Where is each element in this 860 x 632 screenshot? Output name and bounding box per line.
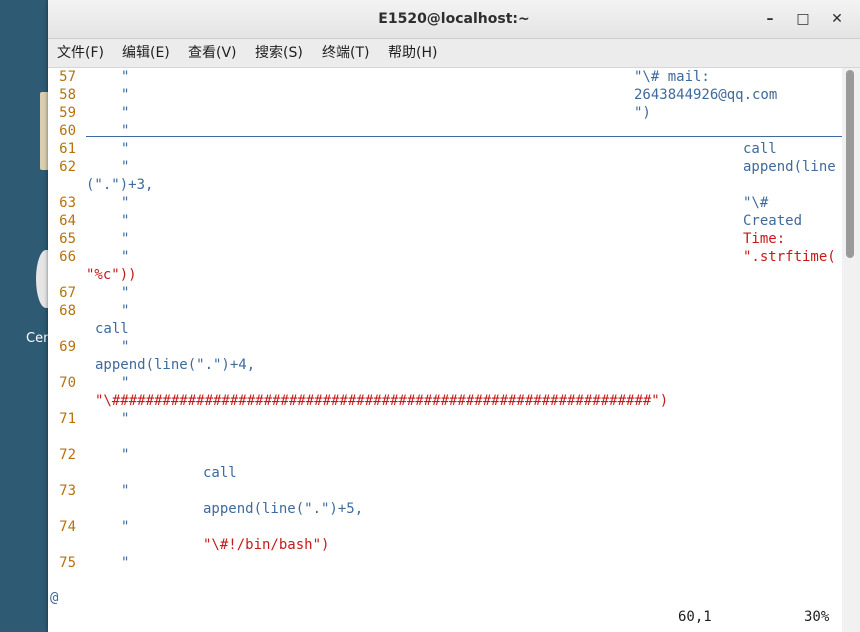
code-call: call — [203, 465, 237, 481]
code-strftime: ".strftime( — [743, 249, 836, 265]
quote-mark: " — [121, 249, 130, 265]
code-created: Created — [743, 213, 803, 229]
code-mail-address: 2643844926@qq.com — [634, 87, 778, 103]
code-time: Time: — [743, 231, 786, 247]
code-hash-line: "\######################################… — [95, 393, 669, 409]
line-number: 65 — [59, 231, 76, 247]
terminal-content[interactable]: 57 58 59 60 61 62 63 64 65 66 67 68 69 7… — [48, 68, 842, 632]
line-number: 57 — [59, 69, 76, 85]
line-number: 59 — [59, 105, 76, 121]
menu-search[interactable]: 搜索(S) — [255, 39, 303, 67]
minimize-button[interactable]: – — [760, 9, 780, 29]
line-number: 75 — [59, 555, 76, 571]
line-number: 64 — [59, 213, 76, 229]
code-append: append(line — [743, 159, 836, 175]
quote-mark: " — [121, 447, 130, 463]
close-button[interactable]: ✕ — [827, 9, 847, 29]
cursor-position: 60,1 — [678, 609, 712, 625]
line-number: 63 — [59, 195, 76, 211]
quote-mark: " — [121, 159, 130, 175]
wrap-indicator: @ — [50, 590, 59, 606]
line-number: 66 — [59, 249, 76, 265]
title-bar[interactable]: E1520@localhost:~ – □ ✕ — [48, 0, 860, 39]
scrollbar[interactable] — [842, 68, 860, 632]
line-number: 73 — [59, 483, 76, 499]
window-title: E1520@localhost:~ — [378, 11, 530, 27]
menu-edit[interactable]: 编辑(E) — [122, 39, 170, 67]
cursor-line — [86, 136, 842, 137]
quote-mark: " — [121, 375, 130, 391]
line-number: 74 — [59, 519, 76, 535]
quote-mark: " — [121, 105, 130, 121]
quote-mark: " — [121, 303, 130, 319]
line-number: 58 — [59, 87, 76, 103]
line-number: 70 — [59, 375, 76, 391]
code-call: call — [743, 141, 777, 157]
line-number: 60 — [59, 123, 76, 139]
menu-terminal[interactable]: 终端(T) — [322, 39, 369, 67]
code-pct-c: "%c")) — [86, 267, 137, 283]
scroll-percent: 30% — [804, 609, 830, 625]
menu-file[interactable]: 文件(F) — [57, 39, 104, 67]
quote-mark: " — [121, 339, 130, 355]
quote-mark: " — [121, 123, 130, 139]
maximize-button[interactable]: □ — [793, 9, 813, 29]
code-hash: "\# — [743, 195, 769, 211]
quote-mark: " — [121, 231, 130, 247]
quote-mark: " — [121, 555, 130, 571]
line-number: 61 — [59, 141, 76, 157]
line-number: 71 — [59, 411, 76, 427]
quote-mark: " — [121, 411, 130, 427]
menu-bar: 文件(F) 编辑(E) 查看(V) 搜索(S) 终端(T) 帮助(H) — [48, 39, 860, 68]
quote-mark: " — [121, 285, 130, 301]
code-append5: append(line(".")+5, — [203, 501, 364, 517]
code-mail-comment: "\# mail: — [634, 69, 710, 85]
quote-mark: " — [121, 87, 130, 103]
quote-mark: " — [121, 213, 130, 229]
line-number: 62 — [59, 159, 76, 175]
code-call: call — [95, 321, 129, 337]
code-bash: "\#!/bin/bash") — [203, 537, 330, 553]
terminal-window: E1520@localhost:~ – □ ✕ 文件(F) 编辑(E) 查看(V… — [48, 0, 860, 632]
code-mail-close: ") — [634, 105, 651, 121]
line-number: 72 — [59, 447, 76, 463]
code-plus3: (".")+3, — [86, 177, 154, 193]
quote-mark: " — [121, 141, 130, 157]
scrollbar-thumb[interactable] — [846, 70, 854, 258]
code-append4: append(line(".")+4, — [95, 357, 256, 373]
line-number: 67 — [59, 285, 76, 301]
quote-mark: " — [121, 69, 130, 85]
quote-mark: " — [121, 483, 130, 499]
quote-mark: " — [121, 195, 130, 211]
line-number: 69 — [59, 339, 76, 355]
menu-help[interactable]: 帮助(H) — [388, 39, 437, 67]
quote-mark: " — [121, 519, 130, 535]
line-number: 68 — [59, 303, 76, 319]
menu-view[interactable]: 查看(V) — [188, 39, 237, 67]
